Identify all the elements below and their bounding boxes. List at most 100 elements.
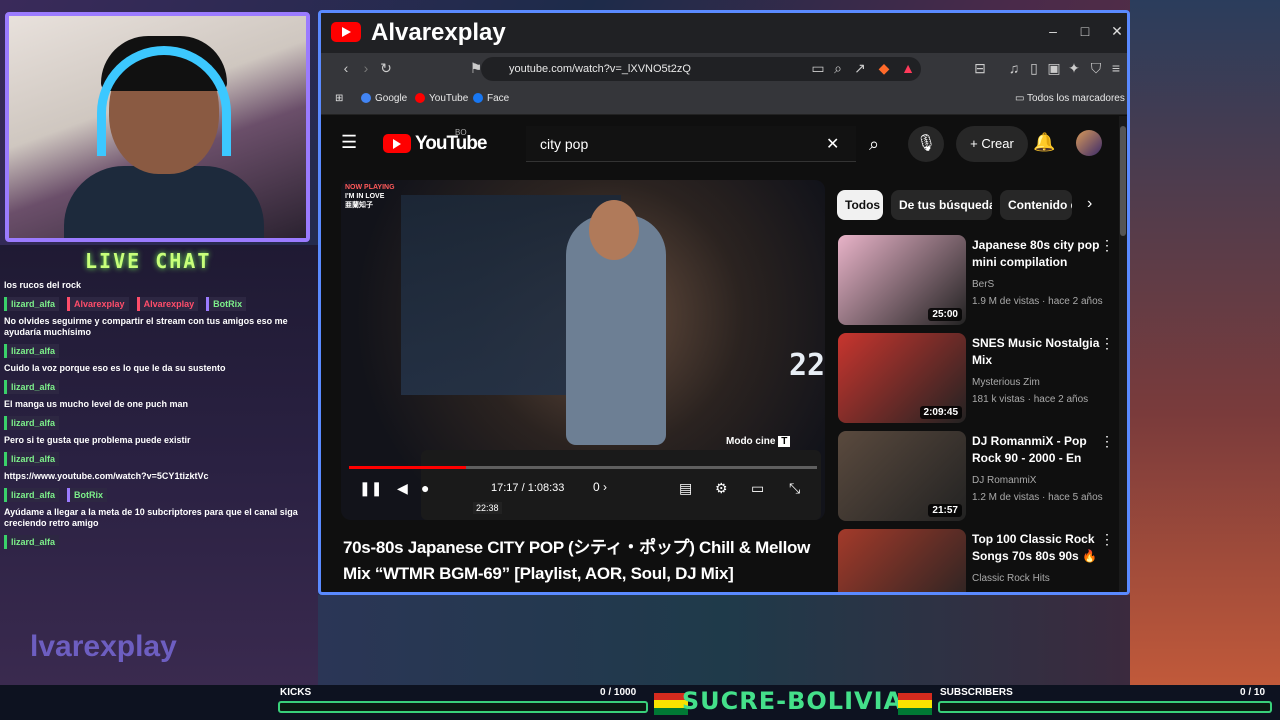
chat-username[interactable]: lizard_alfa [4,535,60,549]
duration-badge: 21:57 [928,504,962,517]
extensions-icon[interactable]: ▯ [1025,60,1043,77]
recommendation-item[interactable]: 2:09:45 SNES Music Nostalgia Mix Mysteriou… [838,333,1118,425]
now-playing-label: NOW PLAYING [345,184,395,191]
more-options-icon[interactable]: ⋮ [1100,335,1114,352]
menu-icon[interactable]: ≡ [1107,60,1125,76]
autoplay-toggle[interactable]: 0 › [593,480,607,494]
video-thumbnail[interactable]: 21:57 [838,431,966,521]
duration-badge: 25:00 [928,308,962,321]
chevron-right-icon[interactable]: › [1087,195,1092,213]
zoom-icon[interactable]: ⌕ [829,60,847,77]
chat-messages: los rucos del rock lizard_alfa Alvarexplay… [0,277,318,551]
screen-icon[interactable]: ▭ [809,60,827,77]
chat-username[interactable]: BotRix [206,297,247,311]
bookmark-label: Google [375,93,408,104]
video-player[interactable]: NOW PLAYING I'M IN LOVE 亜蘭知子 22:36 Modo … [341,180,825,520]
close-button[interactable]: ✕ [1107,23,1127,40]
all-bookmarks[interactable]: ▭ Todos los marcadores [1015,93,1125,104]
scrollbar-thumb[interactable] [1120,126,1126,236]
share-icon[interactable]: ↗ [851,60,869,77]
chip-contenido[interactable]: Contenido d [1000,190,1072,220]
search-input[interactable]: city pop ✕ [526,126,856,162]
bookmark-face[interactable]: Face [473,93,509,104]
channel-name[interactable]: DJ RomanmiX [972,475,1036,486]
music-icon[interactable]: ♫ [1005,60,1023,76]
chip-busquedas[interactable]: De tus búsquedas [891,190,992,220]
kicks-label: KICKS [280,687,312,698]
chat-message: los rucos del rock [4,280,82,290]
scrollbar[interactable] [1119,116,1127,592]
chat-username[interactable]: lizard_alfa [4,297,60,311]
wall-clock: 22:36 [789,348,825,383]
chat-username[interactable]: lizard_alfa [4,416,60,430]
recommendation-item[interactable]: 21:57 DJ RomanmiX - Pop Rock 90 - 2000 - … [838,431,1118,523]
subscribers-value: 0 / 10 [1240,687,1266,698]
youtube-logo-icon[interactable] [383,134,411,153]
hamburger-icon[interactable]: ☰ [341,132,357,153]
back-icon[interactable]: ‹ [337,60,355,76]
notifications-icon[interactable]: 🔔 [1033,132,1055,153]
channel-name[interactable]: BerS [972,279,994,290]
settings-icon[interactable]: ⚙ [715,480,728,497]
recommendation-title[interactable]: DJ RomanmiX - Pop Rock 90 - 2000 - En Vi… [972,433,1100,467]
video-title: 70s-80s Japanese CITY POP (シティ・ポップ) Chil… [343,538,811,583]
avatar[interactable] [1076,130,1102,156]
retro-arcade-art [1130,0,1280,690]
forward-icon[interactable]: › [357,60,375,76]
bookmark-google[interactable]: Google [361,93,407,104]
video-thumbnail[interactable] [838,529,966,592]
bookmark-youtube[interactable]: YouTube [415,93,468,104]
progress-bar[interactable] [349,466,817,469]
recommendation-title[interactable]: Japanese 80s city pop mini compilation p… [972,237,1100,271]
chat-message: Ayúdame a llegar a la meta de 10 subcrip… [4,507,298,528]
streamer-body [64,166,264,238]
video-thumbnail[interactable]: 2:09:45 [838,333,966,423]
duration-badge: 2:09:45 [919,406,962,419]
chat-username[interactable]: Alvarexplay [67,297,129,311]
chat-username[interactable]: BotRix [67,488,108,502]
brave-shield-icon[interactable]: ◆ [875,60,893,77]
video-thumbnail[interactable]: 25:00 [838,235,966,325]
search-icon[interactable]: ⌕ [856,126,892,162]
leo-icon[interactable]: ✦ [1065,60,1083,77]
recommendation-title[interactable]: Top 100 Classic Rock Songs 70s 80s 90s 🔥… [972,531,1100,565]
subscribers-progress-bar [938,701,1272,713]
youtube-wordmark[interactable]: YouTube [415,133,487,155]
microphone-icon[interactable]: 🎙 [908,126,944,162]
chat-username[interactable]: lizard_alfa [4,380,60,394]
wallet-icon[interactable]: ▣ [1045,60,1063,77]
chat-username[interactable]: lizard_alfa [4,488,60,502]
more-options-icon[interactable]: ⋮ [1100,237,1114,254]
subtitles-icon[interactable]: ▤ [679,480,692,497]
pause-icon[interactable]: ❚❚ [359,480,382,497]
vpn-icon[interactable]: ⛉ [1087,60,1105,77]
channel-name[interactable]: Mysterious Zim [972,377,1040,388]
channel-name[interactable]: Classic Rock Hits [972,573,1050,584]
more-options-icon[interactable]: ⋮ [1100,433,1114,450]
recommendation-item[interactable]: 25:00 Japanese 80s city pop mini compilat… [838,235,1118,327]
reload-icon[interactable]: ↻ [377,60,395,77]
minimize-button[interactable]: – [1043,23,1063,39]
title-bar: Alvarexplay – □ ✕ [321,13,1127,53]
chat-username[interactable]: Alvarexplay [136,297,199,311]
volume-slider[interactable]: ● [421,480,429,496]
rewards-icon[interactable]: ▲ [899,60,917,76]
region-code: BO [455,128,467,137]
maximize-button[interactable]: □ [1075,23,1095,39]
recommendation-title[interactable]: SNES Music Nostalgia Mix [972,335,1100,369]
tab-icon[interactable]: ⊟ [971,60,989,77]
chat-username[interactable]: lizard_alfa [4,452,60,466]
more-options-icon[interactable]: ⋮ [1100,531,1114,548]
create-button[interactable]: + Crear [956,126,1028,162]
clear-search-icon[interactable]: ✕ [826,134,839,154]
chat-username[interactable]: lizard_alfa [4,344,60,358]
live-chat-panel: LIVE CHAT los rucos del rock lizard_alfa A… [0,245,318,685]
fullscreen-icon[interactable]: ⤡ [789,480,800,497]
cinema-mode-icon[interactable]: ▭ [751,480,764,497]
chip-todos[interactable]: Todos [837,190,883,220]
kicks-value: 0 / 1000 [600,687,637,698]
recommendation-item[interactable]: Top 100 Classic Rock Songs 70s 80s 90s 🔥… [838,529,1118,592]
volume-icon[interactable]: ◀ [397,480,408,497]
apps-icon[interactable]: ⊞ [335,93,343,104]
song-name: I'M IN LOVE [345,193,385,200]
